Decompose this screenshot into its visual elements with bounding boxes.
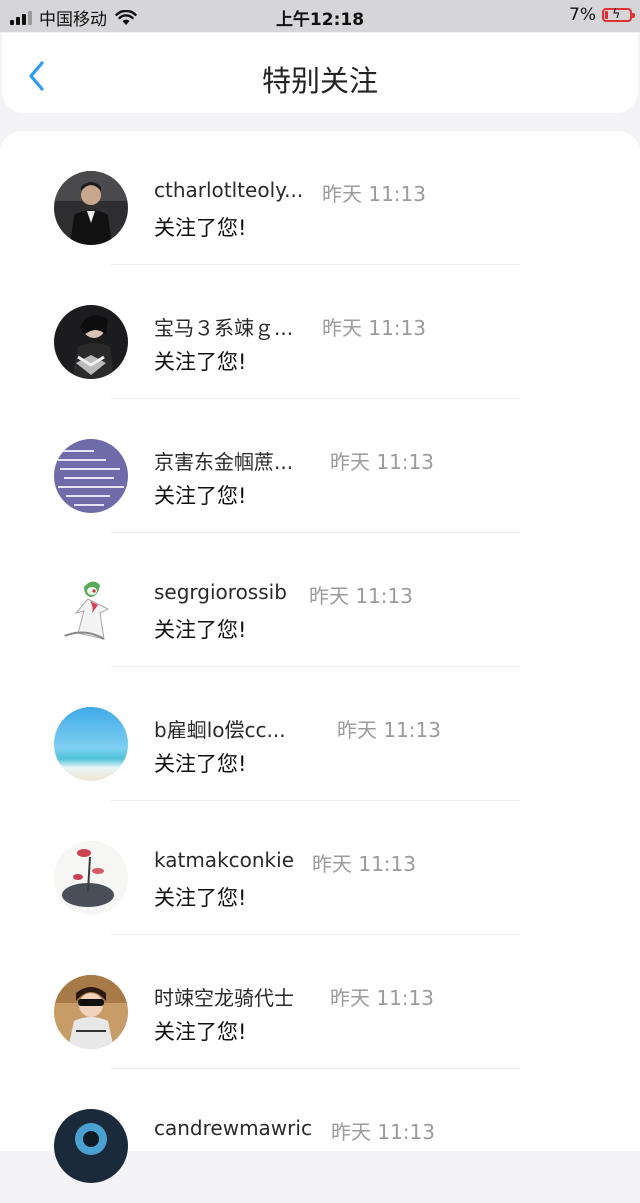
- timestamp: 昨天 11:13: [322, 316, 426, 340]
- page-title: 特别关注: [261, 64, 378, 98]
- avatar[interactable]: [54, 1109, 128, 1183]
- avatar[interactable]: [54, 305, 128, 379]
- avatar[interactable]: [54, 841, 128, 915]
- action-text: 关注了您!: [154, 618, 247, 642]
- avatar[interactable]: [54, 439, 128, 513]
- action-text: 关注了您!: [154, 752, 247, 776]
- follow-list: ctharlotlteoly... 昨天 11:13 关注了您! 宝马３系竦ｇ.…: [0, 131, 640, 1183]
- action-text: 关注了您!: [154, 216, 247, 240]
- user-name[interactable]: katmakconkie: [154, 848, 294, 872]
- action-text: 关注了您!: [154, 350, 247, 374]
- timestamp: 昨天 11:13: [330, 986, 434, 1010]
- timestamp: 昨天 11:13: [337, 718, 441, 742]
- avatar[interactable]: [54, 975, 128, 1049]
- status-right: 7% ϟ: [569, 5, 635, 25]
- action-text: 关注了您!: [154, 1020, 247, 1044]
- list-item[interactable]: 时竦空龙骑代士 昨天 11:13 关注了您!: [0, 935, 640, 1069]
- battery-icon: ϟ: [602, 8, 635, 22]
- list-item[interactable]: candrewmawric 昨天 11:13: [0, 1069, 640, 1203]
- user-name[interactable]: b雇蛔lo偿cc...: [154, 714, 286, 743]
- user-name[interactable]: ctharlotlteoly...: [154, 178, 303, 202]
- timestamp: 昨天 11:13: [312, 852, 416, 876]
- list-item[interactable]: katmakconkie 昨天 11:13 关注了您!: [0, 801, 640, 935]
- timestamp: 昨天 11:13: [309, 584, 413, 608]
- avatar[interactable]: [54, 171, 128, 245]
- clock: 上午12:18: [275, 10, 365, 30]
- timestamp: 昨天 11:13: [322, 182, 426, 206]
- action-text: 关注了您!: [154, 484, 247, 508]
- list-item[interactable]: segrgiorossib 昨天 11:13 关注了您!: [0, 533, 640, 667]
- user-name[interactable]: segrgiorossib: [154, 580, 287, 604]
- timestamp: 昨天 11:13: [331, 1120, 435, 1144]
- battery-percent: 7%: [569, 5, 596, 25]
- avatar[interactable]: [54, 707, 128, 781]
- list-item[interactable]: b雇蛔lo偿cc... 昨天 11:13 关注了您!: [0, 667, 640, 801]
- user-name[interactable]: 京害东金帼蔗...: [154, 446, 293, 475]
- timestamp: 昨天 11:13: [330, 450, 434, 474]
- user-name[interactable]: candrewmawric: [154, 1116, 312, 1140]
- action-text: 关注了您!: [154, 886, 247, 910]
- status-bar: 中国移动 上午12:18 7% ϟ: [0, 0, 640, 32]
- list-item[interactable]: ctharlotlteoly... 昨天 11:13 关注了您!: [0, 131, 640, 265]
- user-name[interactable]: 时竦空龙骑代士: [154, 982, 294, 1011]
- list-item[interactable]: 宝马３系竦ｇ... 昨天 11:13 关注了您!: [0, 265, 640, 399]
- list-item[interactable]: 京害东金帼蔗... 昨天 11:13 关注了您!: [0, 399, 640, 533]
- avatar[interactable]: [54, 573, 128, 647]
- navigation-bar: 特别关注: [2, 33, 638, 113]
- user-name[interactable]: 宝马３系竦ｇ...: [154, 312, 293, 341]
